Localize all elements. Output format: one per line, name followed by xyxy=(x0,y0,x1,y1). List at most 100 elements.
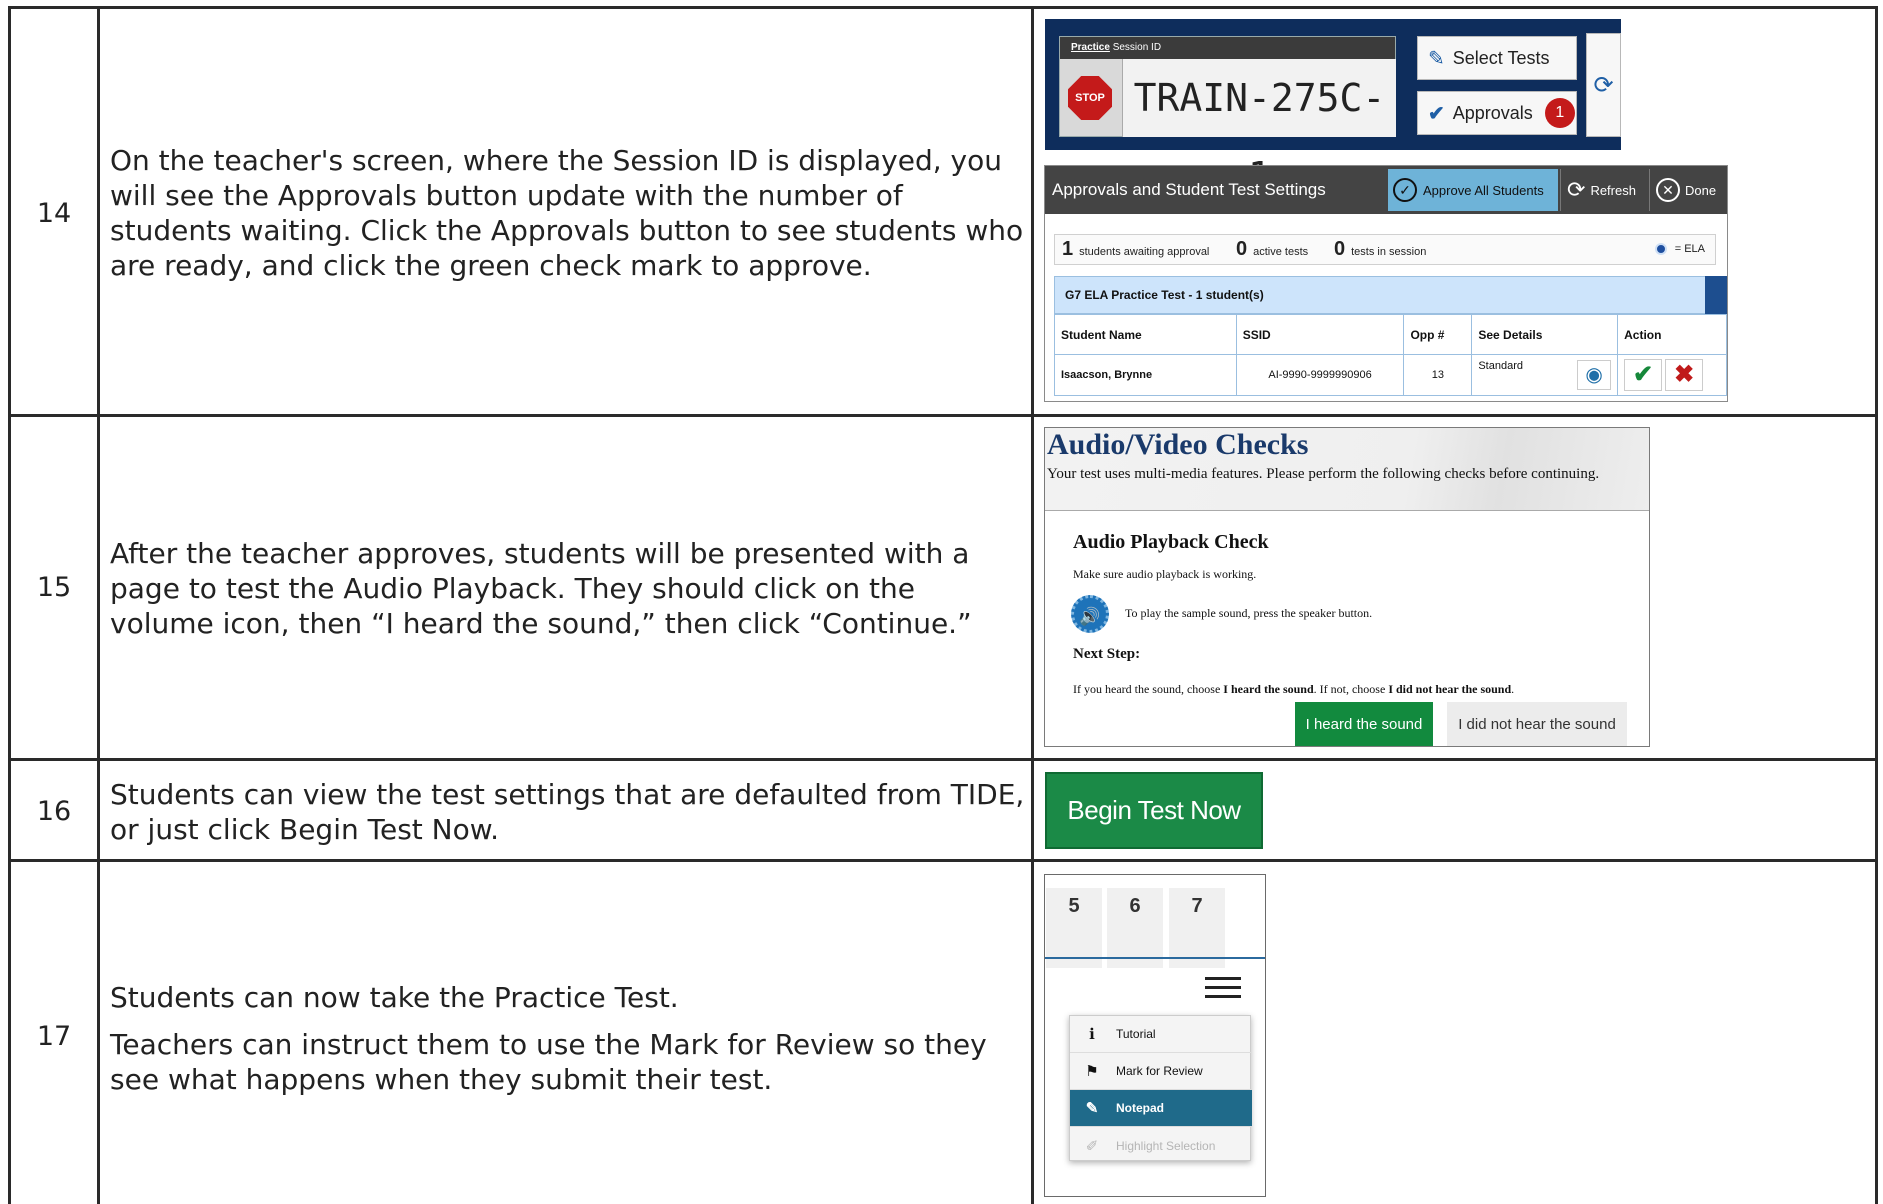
instruction-text: If you heard the sound, choose xyxy=(1073,682,1224,696)
view-details-eye-icon[interactable]: ◉ xyxy=(1577,360,1612,390)
step-description: Students can now take the Practice Test.… xyxy=(110,980,1025,1097)
column-header: See Details xyxy=(1471,314,1619,355)
test-group-label: G7 ELA Practice Test - 1 student(s) xyxy=(1065,288,1264,302)
step-number: 17 xyxy=(36,1021,72,1052)
student-table: Student Name SSID Opp # See Details Acti… xyxy=(1054,314,1727,396)
student-name: Isaacson, Brynne xyxy=(1054,354,1237,396)
column-header: Student Name xyxy=(1054,314,1237,355)
step-text: Students can now take the Practice Test. xyxy=(110,981,679,1014)
stat-active: 0 active tests xyxy=(1236,238,1308,261)
approvals-button[interactable]: ✔ Approvals 1 xyxy=(1417,91,1577,135)
audio-title: Audio/Video Checks xyxy=(1047,428,1309,461)
select-tests-button[interactable]: ✎ Select Tests xyxy=(1417,36,1577,80)
approvals-count-badge: 1 xyxy=(1544,98,1575,128)
approve-all-students-button[interactable]: ✓ Approve All Students xyxy=(1388,169,1558,211)
table-border xyxy=(8,414,1878,417)
stop-session-button[interactable]: STOP xyxy=(1068,76,1112,120)
audio-check-text: Make sure audio playback is working. xyxy=(1073,567,1257,581)
stat-label: active tests xyxy=(1253,246,1309,258)
session-id-box: Practice Session ID STOP TRAIN-275C-1 xyxy=(1059,36,1396,198)
step-number: 14 xyxy=(36,198,72,229)
step-description: Students can view the test settings that… xyxy=(110,777,1025,847)
step-text: Students can view the test settings that… xyxy=(110,778,1025,846)
refresh-label: Refresh xyxy=(1590,182,1636,198)
did-not-hear-button[interactable]: I did not hear the sound xyxy=(1447,702,1627,746)
session-id-header: Practice Session ID xyxy=(1060,37,1395,59)
next-step-instructions: If you heard the sound, choose I heard t… xyxy=(1073,682,1514,697)
audio-header: Audio/Video Checks Your test uses multi-… xyxy=(1045,428,1649,511)
approval-stats: 1 students awaiting approval 0 active te… xyxy=(1054,234,1716,265)
question-tab[interactable]: 6 xyxy=(1107,888,1163,968)
step-text: Teachers can instruct them to use the Ma… xyxy=(110,1028,987,1096)
table-border xyxy=(1875,6,1878,1204)
student-details: Standard xyxy=(1478,360,1523,372)
menu-item-mark-for-review[interactable]: ⚑ Mark for Review xyxy=(1070,1053,1252,1090)
dialog-title: Approvals and Student Test Settings xyxy=(1052,180,1326,199)
stat-awaiting: 1 students awaiting approval xyxy=(1062,238,1209,261)
stat-value: 0 xyxy=(1236,238,1248,260)
refresh-icon: ⟳ xyxy=(1593,71,1614,99)
table-header-row: Student Name SSID Opp # See Details Acti… xyxy=(1054,314,1727,355)
session-panel: Practice Session ID STOP TRAIN-275C-1 ✎ … xyxy=(1045,19,1621,198)
dialog-header: Approvals and Student Test Settings ✓ Ap… xyxy=(1045,166,1727,214)
table-border xyxy=(8,758,1878,761)
highlighter-icon: ✐ xyxy=(1085,1137,1099,1155)
session-id-label: Session ID xyxy=(1112,42,1162,53)
menu-item-notepad[interactable]: ✎ Notepad xyxy=(1070,1090,1252,1127)
begin-test-now-button[interactable]: Begin Test Now xyxy=(1045,772,1263,849)
hamburger-menu-icon[interactable] xyxy=(1205,977,1241,1001)
tools-menu: ℹ Tutorial ⚑ Mark for Review ✎ Notepad ✐… xyxy=(1069,1015,1252,1164)
refresh-button[interactable]: ⟳ xyxy=(1586,33,1621,137)
select-tests-label: Select Tests xyxy=(1452,47,1550,68)
stat-label: tests in session xyxy=(1351,246,1427,258)
question-tab[interactable]: 5 xyxy=(1046,888,1102,968)
student-details-cell: Standard ◉ xyxy=(1471,354,1619,396)
check-circle-icon: ✓ xyxy=(1393,178,1417,202)
approvals-label: Approvals xyxy=(1452,102,1533,123)
menu-item-tutorial[interactable]: ℹ Tutorial xyxy=(1070,1016,1252,1053)
menu-item-label: Tutorial xyxy=(1116,1027,1156,1041)
check-icon: ✔ xyxy=(1428,102,1445,125)
menu-item-highlight-selection[interactable]: ✐ Highlight Selection xyxy=(1070,1127,1252,1164)
column-header: SSID xyxy=(1235,314,1405,355)
table-border xyxy=(1031,6,1034,1204)
subject-legend: = ELA xyxy=(1654,243,1705,255)
question-tab[interactable]: 7 xyxy=(1169,888,1225,968)
menu-item-label: Notepad xyxy=(1116,1101,1164,1115)
instruction-bold: I heard the sound xyxy=(1223,682,1314,696)
audio-video-checks-panel: Audio/Video Checks Your test uses multi-… xyxy=(1044,427,1650,747)
instruction-bold: I did not hear the sound xyxy=(1388,682,1512,696)
dialog-refresh-button[interactable]: ⟳ Refresh xyxy=(1560,169,1648,211)
speaker-icon[interactable]: 🔊 xyxy=(1071,595,1109,633)
instruction-text: . xyxy=(1511,682,1515,696)
deny-x-icon[interactable]: ✖ xyxy=(1665,359,1704,391)
info-icon: ℹ xyxy=(1089,1026,1095,1043)
dialog-done-button[interactable]: ✕ Done xyxy=(1649,169,1727,211)
menu-item-label: Mark for Review xyxy=(1116,1064,1203,1078)
done-label: Done xyxy=(1685,182,1717,198)
step-number: 15 xyxy=(36,572,72,603)
close-circle-icon: ✕ xyxy=(1656,178,1680,202)
stat-value: 0 xyxy=(1334,238,1346,260)
stat-value: 1 xyxy=(1062,238,1074,260)
step-description: On the teacher's screen, where the Sessi… xyxy=(110,143,1025,283)
step-description: After the teacher approves, students wil… xyxy=(110,536,1025,641)
notepad-icon: ✎ xyxy=(1085,1100,1099,1117)
audio-check-title: Audio Playback Check xyxy=(1073,531,1269,553)
table-row: Isaacson, Brynne AI-9990-9999990906 13 S… xyxy=(1054,354,1727,396)
step-text: After the teacher approves, students wil… xyxy=(110,537,972,640)
column-header: Action xyxy=(1617,314,1727,355)
menu-item-label: Highlight Selection xyxy=(1116,1138,1216,1153)
step-number: 16 xyxy=(36,796,72,827)
step-text: On the teacher's screen, where the Sessi… xyxy=(110,144,1024,282)
practice-test-panel: 5 6 7 ℹ Tutorial ⚑ Mark for Review ✎ Not… xyxy=(1044,874,1266,1197)
approve-check-icon[interactable]: ✔ xyxy=(1624,359,1663,391)
audio-subtitle: Your test uses multi-media features. Ple… xyxy=(1047,466,1600,482)
heard-sound-button[interactable]: I heard the sound xyxy=(1295,702,1433,746)
refresh-icon: ⟳ xyxy=(1567,177,1586,202)
student-action-cell: ✔ ✖ xyxy=(1617,354,1727,396)
group-edge xyxy=(1705,276,1727,314)
legend-label: = ELA xyxy=(1674,243,1705,255)
instruction-text: . If not, choose xyxy=(1313,682,1389,696)
test-group-header: G7 ELA Practice Test - 1 student(s) xyxy=(1054,276,1727,314)
